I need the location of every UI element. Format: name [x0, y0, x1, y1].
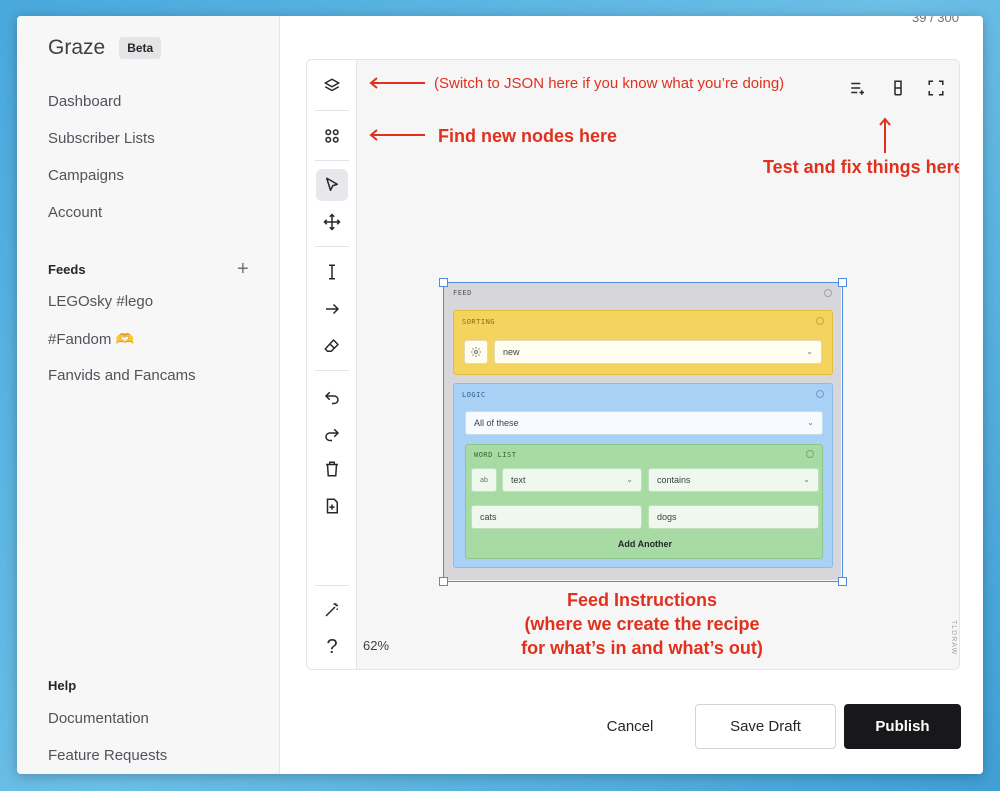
brand[interactable]: Graze Beta [48, 36, 162, 60]
sorting-label: SORTING [462, 318, 496, 326]
trash-icon[interactable] [316, 453, 348, 485]
logic-block[interactable]: LOGIC All of these ⌄ WORD LIST ab text ⌄… [453, 383, 833, 568]
logic-select[interactable]: All of these ⌄ [465, 411, 823, 435]
feed-item-fandom[interactable]: #Fandom 🫶 [48, 330, 134, 348]
app-window: Graze Beta Dashboard Subscriber Lists Ca… [17, 16, 983, 774]
help-section-title: Help [48, 678, 77, 693]
add-feed-icon[interactable]: + [237, 259, 249, 279]
layers-icon[interactable] [316, 70, 348, 102]
word-value: cats [480, 512, 497, 522]
feed-item-legosky[interactable]: LEGOsky #lego [48, 293, 153, 310]
beta-badge: Beta [119, 37, 162, 59]
word-input[interactable]: cats [471, 505, 642, 529]
word-value: dogs [657, 512, 677, 522]
info-icon[interactable] [816, 317, 824, 325]
fullscreen-icon[interactable] [923, 75, 949, 101]
sidebar-item-campaigns[interactable]: Campaigns [48, 167, 124, 184]
list-add-icon[interactable] [845, 75, 871, 101]
editor-toolbar: ? [307, 60, 357, 669]
sidebar-item-account[interactable]: Account [48, 204, 102, 221]
undo-icon[interactable] [316, 380, 348, 412]
sorting-value: new [503, 347, 520, 357]
character-counter: 39 / 300 [912, 16, 959, 25]
chevron-down-icon: ⌄ [806, 347, 813, 356]
operator-value: contains [657, 475, 691, 485]
add-another-button[interactable]: Add Another [466, 539, 824, 549]
resize-handle[interactable] [838, 278, 847, 287]
main-content: 39 / 300 ? 62% TLDRAW (Switch to JSON he… [280, 16, 983, 774]
move-icon[interactable] [316, 206, 348, 238]
annotation-nodes-hint: Find new nodes here [438, 126, 618, 146]
cancel-button[interactable]: Cancel [590, 704, 670, 749]
sidebar-item-subscriber-lists[interactable]: Subscriber Lists [48, 130, 155, 147]
feed-editor-canvas[interactable]: ? 62% TLDRAW (Switch to JSON here if you… [306, 59, 960, 670]
publish-button[interactable]: Publish [844, 704, 961, 749]
zoom-level[interactable]: 62% [363, 638, 389, 653]
annotation-feed-in-out: for what’s in and what’s out) [521, 638, 763, 658]
test-beaker-icon[interactable] [885, 75, 911, 101]
info-icon[interactable] [816, 390, 824, 398]
sorting-select[interactable]: new ⌄ [494, 340, 822, 364]
resize-handle[interactable] [439, 577, 448, 586]
select-pointer-icon[interactable] [316, 169, 348, 201]
tldraw-watermark: TLDRAW [950, 620, 957, 656]
nodes-grid-icon[interactable] [316, 120, 348, 152]
operator-select[interactable]: contains ⌄ [648, 468, 819, 492]
chevron-down-icon: ⌄ [803, 475, 810, 484]
annotation-json-hint: (Switch to JSON here if you know what yo… [434, 75, 785, 92]
help-question-icon[interactable]: ? [316, 631, 348, 663]
word-list-block[interactable]: WORD LIST ab text ⌄ contains ⌄ cats dogs… [465, 444, 823, 559]
help-item-documentation[interactable]: Documentation [48, 710, 149, 727]
feed-node-selection[interactable]: FEED SORTING new ⌄ LOGIC All of these ⌄ … [439, 278, 847, 586]
info-icon[interactable] [824, 289, 832, 297]
gear-icon[interactable] [464, 340, 488, 364]
arrow-right-icon[interactable] [316, 293, 348, 325]
resize-handle[interactable] [439, 278, 448, 287]
info-icon[interactable] [806, 450, 814, 458]
chevron-down-icon: ⌄ [626, 475, 633, 484]
annotation-arrow-test [879, 117, 891, 153]
logic-label: LOGIC [462, 391, 486, 399]
duplicate-icon[interactable] [316, 490, 348, 522]
toolbar-divider [315, 585, 349, 586]
text-cursor-icon[interactable] [316, 256, 348, 288]
toolbar-divider [315, 110, 349, 111]
annotation-arrow-json [369, 77, 425, 89]
brand-name: Graze [48, 36, 106, 59]
text-type-icon[interactable]: ab [471, 468, 497, 492]
sidebar-item-dashboard[interactable]: Dashboard [48, 93, 121, 110]
save-draft-button[interactable]: Save Draft [695, 704, 836, 749]
word-list-label: WORD LIST [474, 451, 517, 459]
resize-handle[interactable] [838, 577, 847, 586]
annotation-test-hint: Test and fix things here [763, 157, 960, 177]
logic-value: All of these [474, 418, 519, 428]
sidebar: Graze Beta Dashboard Subscriber Lists Ca… [17, 16, 280, 774]
feed-item-fanvids[interactable]: Fanvids and Fancams [48, 367, 196, 384]
word-input[interactable]: dogs [648, 505, 819, 529]
annotation-arrow-nodes [369, 129, 425, 141]
eraser-icon[interactable] [316, 330, 348, 362]
feed-node-label: FEED [453, 289, 472, 297]
toolbar-divider [315, 160, 349, 161]
toolbar-divider [315, 370, 349, 371]
feeds-section-title: Feeds [48, 262, 86, 277]
annotation-feed-recipe: (where we create the recipe [524, 614, 760, 634]
magic-wand-icon[interactable] [316, 594, 348, 626]
help-item-feature-requests[interactable]: Feature Requests [48, 747, 167, 764]
sorting-block[interactable]: SORTING new ⌄ [453, 310, 833, 375]
field-select[interactable]: text ⌄ [502, 468, 642, 492]
annotation-feed-instructions: Feed Instructions [566, 590, 718, 610]
toolbar-divider [315, 246, 349, 247]
field-value: text [511, 475, 526, 485]
redo-icon[interactable] [316, 417, 348, 449]
chevron-down-icon: ⌄ [807, 418, 814, 427]
feed-node[interactable]: FEED SORTING new ⌄ LOGIC All of these ⌄ … [444, 283, 841, 580]
